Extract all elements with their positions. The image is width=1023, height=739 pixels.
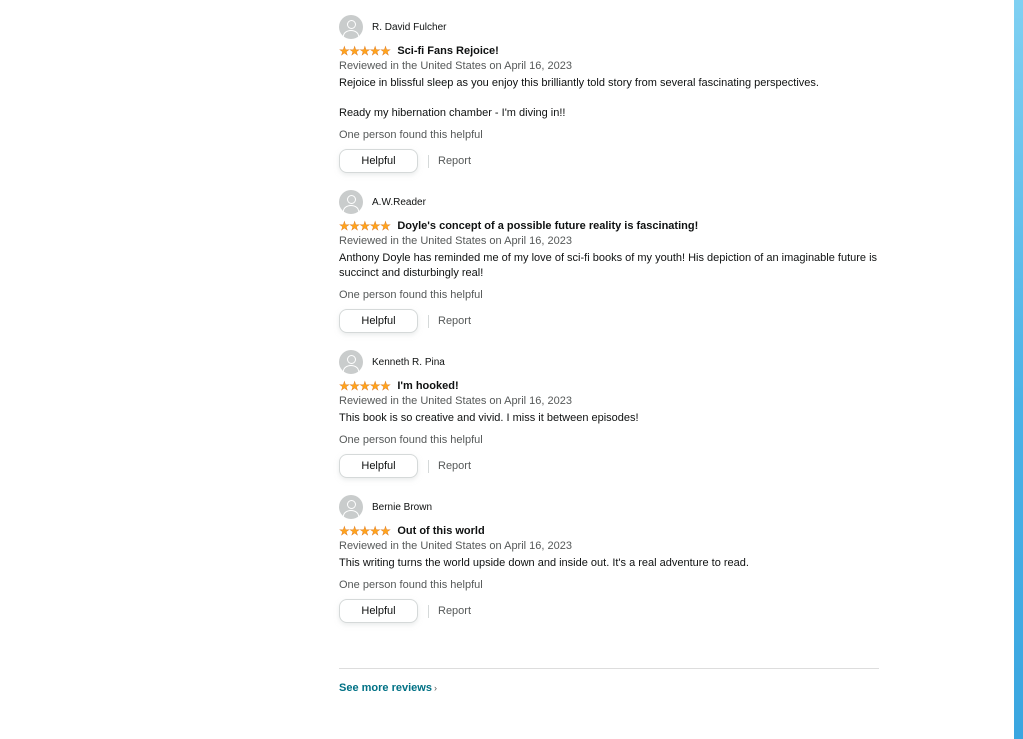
report-link[interactable]: Report: [438, 155, 471, 167]
review-profile[interactable]: R. David Fulcher: [339, 14, 879, 40]
star-icon: ★: [369, 44, 381, 58]
star-icon: ★: [369, 524, 381, 538]
star-icon: ★: [369, 219, 381, 233]
star-rating[interactable]: ★ ★ ★ ★ ★: [339, 524, 391, 538]
review-body: This book is so creative and vivid. I mi…: [339, 411, 879, 426]
review-body: Rejoice in blissful sleep as you enjoy t…: [339, 76, 879, 121]
star-icon: ★: [349, 524, 361, 538]
review-profile[interactable]: Bernie Brown: [339, 494, 879, 520]
avatar-icon: [339, 190, 363, 214]
review-body-paragraph: Ready my hibernation chamber - I'm divin…: [339, 107, 566, 119]
right-edge-strip: [1014, 0, 1023, 739]
avatar-icon: [339, 495, 363, 519]
helpful-count: One person found this helpful: [339, 129, 483, 141]
review-title-line: ★ ★ ★ ★ ★ Doyle's concept of a possible futu…: [339, 218, 879, 234]
action-divider: [428, 154, 429, 168]
review-list: R. David Fulcher ★ ★ ★ ★ ★ Sci-fi Fans Rejoi…: [339, 14, 879, 639]
report-link[interactable]: Report: [438, 460, 471, 472]
review-item: R. David Fulcher ★ ★ ★ ★ ★ Sci-fi Fans Rejoi…: [339, 14, 879, 173]
review-body: Anthony Doyle has reminded me of my love…: [339, 251, 879, 281]
helpful-count: One person found this helpful: [339, 289, 483, 301]
review-body-paragraph: Anthony Doyle has reminded me of my love…: [339, 252, 878, 279]
review-body-paragraph: Rejoice in blissful sleep as you enjoy t…: [339, 77, 819, 89]
star-icon: ★: [380, 219, 391, 233]
star-icon: ★: [380, 524, 391, 538]
star-icon: ★: [380, 44, 391, 58]
review-title[interactable]: Out of this world: [397, 525, 484, 537]
section-divider: [339, 668, 879, 669]
review-title-line: ★ ★ ★ ★ ★ Out of this world: [339, 523, 879, 539]
review-profile[interactable]: Kenneth R. Pina: [339, 349, 879, 375]
review-title[interactable]: Sci-fi Fans Rejoice!: [397, 45, 498, 57]
report-link[interactable]: Report: [438, 605, 471, 617]
review-item: A.W.Reader ★ ★ ★ ★ ★ Doyle's concept of a po…: [339, 189, 879, 333]
review-date: Reviewed in the United States on April 1…: [339, 540, 572, 552]
profile-name: Kenneth R. Pina: [372, 356, 445, 368]
review-item: Bernie Brown ★ ★ ★ ★ ★ Out of this world Rev…: [339, 494, 879, 623]
helpful-count: One person found this helpful: [339, 579, 483, 591]
star-rating[interactable]: ★ ★ ★ ★ ★: [339, 379, 391, 393]
avatar-icon: [339, 15, 363, 39]
review-date: Reviewed in the United States on April 1…: [339, 60, 572, 72]
review-body: This writing turns the world upside down…: [339, 556, 879, 571]
helpful-button[interactable]: Helpful: [339, 454, 418, 478]
review-actions: Helpful Report: [339, 599, 879, 623]
action-divider: [428, 459, 429, 473]
star-icon: ★: [359, 379, 371, 393]
helpful-button[interactable]: Helpful: [339, 599, 418, 623]
see-more-reviews-label[interactable]: See more reviews: [339, 682, 432, 694]
action-divider: [428, 604, 429, 618]
review-profile[interactable]: A.W.Reader: [339, 189, 879, 215]
star-icon: ★: [359, 44, 371, 58]
star-icon: ★: [369, 379, 381, 393]
star-icon: ★: [359, 219, 371, 233]
star-icon: ★: [349, 379, 361, 393]
star-icon: ★: [349, 219, 361, 233]
review-title-line: ★ ★ ★ ★ ★ I'm hooked!: [339, 378, 879, 394]
profile-name: R. David Fulcher: [372, 21, 447, 33]
avatar-icon: [339, 350, 363, 374]
helpful-count: One person found this helpful: [339, 434, 483, 446]
review-body-paragraph: This book is so creative and vivid. I mi…: [339, 412, 639, 424]
review-actions: Helpful Report: [339, 309, 879, 333]
action-divider: [428, 314, 429, 328]
star-icon: ★: [380, 379, 391, 393]
report-link[interactable]: Report: [438, 315, 471, 327]
review-date: Reviewed in the United States on April 1…: [339, 395, 572, 407]
review-title-line: ★ ★ ★ ★ ★ Sci-fi Fans Rejoice!: [339, 43, 879, 59]
review-title[interactable]: I'm hooked!: [397, 380, 458, 392]
review-title[interactable]: Doyle's concept of a possible future rea…: [397, 220, 698, 232]
review-body-paragraph: This writing turns the world upside down…: [339, 557, 749, 569]
review-item: Kenneth R. Pina ★ ★ ★ ★ ★ I'm hooked! Review…: [339, 349, 879, 478]
star-rating[interactable]: ★ ★ ★ ★ ★: [339, 44, 391, 58]
review-date: Reviewed in the United States on April 1…: [339, 235, 572, 247]
star-icon: ★: [349, 44, 361, 58]
review-actions: Helpful Report: [339, 454, 879, 478]
star-rating[interactable]: ★ ★ ★ ★ ★: [339, 219, 391, 233]
helpful-button[interactable]: Helpful: [339, 309, 418, 333]
profile-name: Bernie Brown: [372, 501, 433, 513]
helpful-button[interactable]: Helpful: [339, 149, 418, 173]
see-more-reviews-link[interactable]: See more reviews ›: [339, 682, 437, 694]
review-actions: Helpful Report: [339, 149, 879, 173]
chevron-right-icon: ›: [433, 683, 437, 693]
profile-name: A.W.Reader: [372, 196, 426, 208]
star-icon: ★: [359, 524, 371, 538]
